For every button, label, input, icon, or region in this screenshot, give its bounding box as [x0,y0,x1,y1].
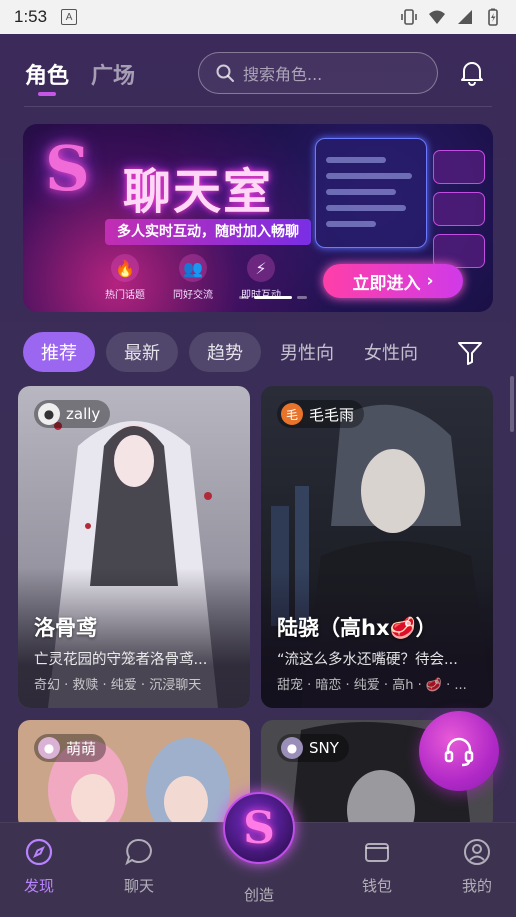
wifi-icon [429,10,445,24]
character-desc: “流这么多水还嘴硬？待会... [277,652,458,668]
vibrate-icon [401,9,417,25]
filter-trending[interactable]: 趋势 [189,332,261,372]
user-cards-illustration [433,150,485,268]
compass-icon [25,838,53,866]
top-header: 角色 广场 搜索角色... [0,50,516,100]
header-divider [24,106,492,107]
banner-title: 聊天室 [123,164,274,220]
feature-hot-topics: 🔥 热门话题 [105,254,145,301]
character-card[interactable]: ● 萌萌 [18,720,250,830]
author-avatar: ● [38,403,60,425]
banner-features: 🔥热门话题 👥同好交流 ⚡即时互动 [105,254,281,301]
chatroom-banner[interactable]: S 聊天室 多人实时互动，随时加入畅聊 🔥热门话题 👥同好交流 ⚡即时互动 立即… [23,124,493,312]
nav-wallet[interactable]: 钱包 [342,837,412,896]
user-icon [464,839,490,865]
status-bar: 1:53 A [0,0,516,34]
author-tag[interactable]: ● zally [34,400,111,428]
tab-plaza[interactable]: 广场 [91,58,135,90]
nav-discover[interactable]: 发现 [4,837,74,896]
chevron-right-icon: › [426,271,434,291]
create-label: 创造 [243,886,274,904]
character-desc: 亡灵花园的守笼者洛骨鸢... [34,652,208,668]
wallet-icon [365,843,389,862]
chat-bubble-icon [125,838,152,866]
filter-icon[interactable] [457,340,483,366]
search-placeholder: 搜索角色... [243,65,323,84]
status-time: 1:53 [14,7,48,26]
tab-characters[interactable]: 角色 [25,58,69,90]
brand-logo: S [45,132,90,205]
feature-community: 👥 同好交流 [173,254,213,301]
author-tag[interactable]: ● SNY [277,734,349,762]
character-tags: 奇幻 · 救赎 · 纯爱 · 沉浸聊天 [34,678,202,693]
author-avatar: ● [281,737,303,759]
author-avatar: 毛 [281,403,303,425]
nav-profile[interactable]: 我的 [442,837,512,896]
search-icon [216,64,234,82]
author-tag[interactable]: ● 萌萌 [34,734,107,762]
banner-pagination [239,296,307,299]
banner-subtitle: 多人实时互动，随时加入畅聊 [105,219,311,245]
filter-recommended[interactable]: 推荐 [23,332,95,372]
search-input[interactable]: 搜索角色... [198,52,438,94]
filter-latest[interactable]: 最新 [106,332,178,372]
filter-female[interactable]: 女性向 [355,332,427,372]
lightning-icon: ⚡ [247,254,275,282]
pagination-dot [297,296,307,299]
customer-support-button[interactable] [419,711,499,791]
character-card[interactable]: 毛 毛毛雨 陆骁（高hx🥩） “流这么多水还嘴硬？待会... 甜宠 · 暗恋 ·… [261,386,493,708]
character-name: 洛骨鸢 [34,616,97,640]
feature-instant: ⚡即时互动 [241,254,281,301]
headset-icon [444,737,474,767]
notification-icon: A [61,9,78,25]
character-tags: 甜宠 · 暗恋 · 纯爱 · 高h · 🥩 · ... [277,678,467,693]
chat-preview-illustration [315,138,427,248]
flame-icon: 🔥 [111,254,139,282]
filter-bar: 推荐 最新 趋势 男性向 女性向 [23,332,493,372]
author-avatar: ● [38,737,60,759]
pagination-dot-active [254,296,292,299]
nav-chat[interactable]: 聊天 [104,837,174,896]
create-button[interactable]: S [223,792,295,864]
signal-icon [458,10,472,24]
character-card[interactable]: ● zally 洛骨鸢 亡灵花园的守笼者洛骨鸢... 奇幻 · 救赎 · 纯爱 … [18,386,250,708]
scrollbar[interactable] [510,376,514,432]
character-name: 陆骁（高hx🥩） [277,616,437,640]
enter-chatroom-button[interactable]: 立即进入 › [323,264,463,298]
author-tag[interactable]: 毛 毛毛雨 [277,400,365,428]
pagination-dot [239,296,249,299]
filter-male[interactable]: 男性向 [271,332,343,372]
people-icon: 👥 [179,254,207,282]
battery-icon [488,8,498,26]
bell-icon[interactable] [458,58,486,86]
tab-active-indicator [38,92,56,96]
